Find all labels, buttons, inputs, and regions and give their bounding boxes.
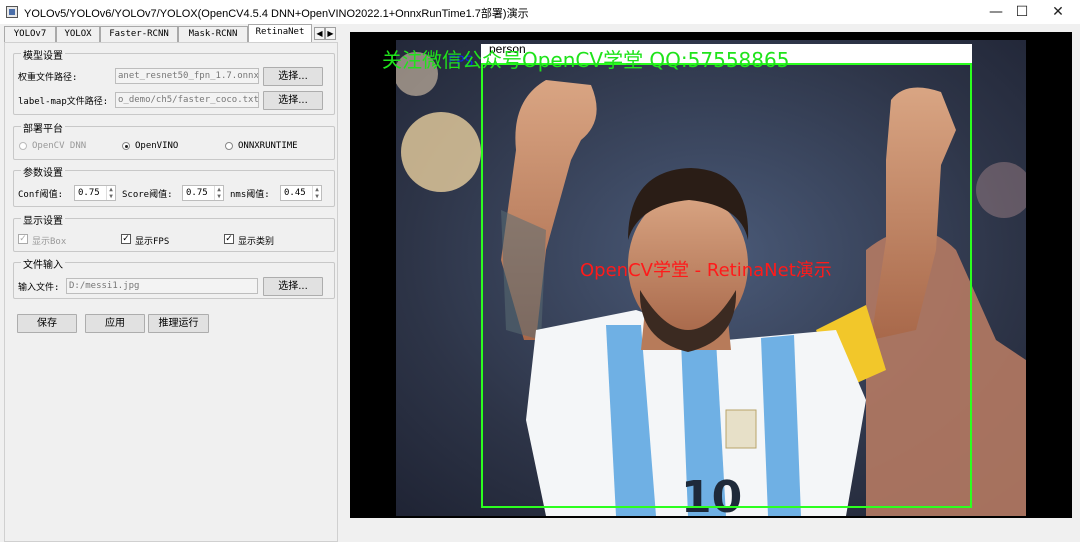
app-icon — [6, 6, 18, 18]
watermark-center: OpenCV学堂 - RetinaNet演示 — [580, 260, 832, 281]
close-button[interactable]: ✕ — [1036, 0, 1080, 24]
conf-threshold-value: 0.75 — [78, 188, 100, 198]
settings-panel: 模型设置 权重文件路径: anet_resnet50_fpn_1.7.onnx … — [4, 42, 338, 542]
app-window: YOLOv5/YOLOv6/YOLOv7/YOLOX(OpenCV4.5.4 D… — [0, 0, 1080, 542]
radio-openvino-label: OpenVINO — [135, 141, 179, 151]
labelmap-path-label: label-map文件路径: — [18, 97, 109, 107]
file-input-group: 文件输入 输入文件: D:/messi1.jpg 选择... — [13, 256, 335, 299]
nms-threshold-spinbox[interactable]: 0.45 ▲ ▼ — [280, 185, 322, 201]
save-button[interactable]: 保存 — [17, 314, 77, 333]
input-browse-button[interactable]: 选择... — [263, 277, 323, 296]
radio-opencv-dnn-label: OpenCV DNN — [32, 141, 87, 151]
nms-threshold-label: nms阈值: — [230, 190, 270, 200]
radio-onnxruntime-label: ONNXRUNTIME — [238, 141, 298, 151]
model-settings-title: 模型设置 — [21, 47, 65, 62]
tab-scroll-left-icon[interactable]: ◀ — [314, 27, 325, 40]
show-box-label: 显示Box — [32, 237, 67, 247]
tab-retinanet[interactable]: RetinaNet — [248, 24, 312, 43]
input-file-field[interactable]: D:/messi1.jpg — [66, 278, 258, 294]
score-threshold-value: 0.75 — [186, 188, 208, 198]
display-settings-title: 显示设置 — [21, 212, 65, 227]
radio-opencv-dnn[interactable] — [19, 142, 27, 150]
tab-mask-rcnn[interactable]: Mask-RCNN — [178, 26, 248, 42]
model-settings-group: 模型设置 权重文件路径: anet_resnet50_fpn_1.7.onnx … — [13, 47, 335, 115]
tab-yolox[interactable]: YOLOX — [56, 26, 100, 42]
nms-threshold-value: 0.45 — [284, 188, 306, 198]
show-fps-checkbox[interactable]: ✓ — [121, 234, 131, 244]
conf-threshold-label: Conf阈值: — [18, 190, 64, 200]
score-threshold-spinbox[interactable]: 0.75 ▲ ▼ — [182, 185, 224, 201]
score-threshold-label: Score阈值: — [122, 190, 173, 200]
weights-browse-button[interactable]: 选择... — [263, 67, 323, 86]
window-title: YOLOv5/YOLOv6/YOLOv7/YOLOX(OpenCV4.5.4 D… — [24, 8, 529, 20]
show-class-label: 显示类别 — [238, 237, 275, 247]
show-box-checkbox[interactable]: ✓ — [18, 234, 28, 244]
deploy-platform-group: 部署平台 OpenCV DNN OpenVINO ONNXRUNTIME — [13, 120, 335, 160]
display-settings-group: 显示设置 ✓ 显示Box ✓ 显示FPS ✓ 显示类别 — [13, 212, 335, 252]
title-bar: YOLOv5/YOLOv6/YOLOv7/YOLOX(OpenCV4.5.4 D… — [0, 0, 1080, 24]
radio-onnxruntime[interactable] — [225, 142, 233, 150]
input-file-label: 输入文件: — [18, 283, 60, 293]
conf-spin-arrows-icon[interactable]: ▲ ▼ — [106, 186, 115, 200]
tab-yolov7[interactable]: YOLOv7 — [4, 26, 56, 42]
param-settings-title: 参数设置 — [21, 164, 65, 179]
weights-path-field[interactable]: anet_resnet50_fpn_1.7.onnx — [115, 68, 259, 84]
file-input-title: 文件输入 — [21, 256, 65, 271]
score-spin-arrows-icon[interactable]: ▲ ▼ — [214, 186, 223, 200]
labelmap-browse-button[interactable]: 选择... — [263, 91, 323, 110]
detection-box — [481, 63, 972, 508]
tab-faster-rcnn[interactable]: Faster-RCNN — [100, 26, 178, 42]
radio-openvino[interactable] — [122, 142, 130, 150]
show-class-checkbox[interactable]: ✓ — [224, 234, 234, 244]
model-tabs: YOLOv7 YOLOX Faster-RCNN Mask-RCNN Retin… — [0, 24, 338, 43]
nms-spin-arrows-icon[interactable]: ▲ ▼ — [312, 186, 321, 200]
show-fps-label: 显示FPS — [135, 237, 170, 247]
deploy-platform-title: 部署平台 — [21, 120, 65, 135]
apply-button[interactable]: 应用 — [85, 314, 145, 333]
run-inference-button[interactable]: 推理运行 — [148, 314, 209, 333]
conf-threshold-spinbox[interactable]: 0.75 ▲ ▼ — [74, 185, 116, 201]
watermark-top: 关注微信公众号OpenCV学堂 QQ:57558865 — [382, 48, 790, 72]
weights-path-label: 权重文件路径: — [18, 73, 78, 83]
labelmap-path-field[interactable]: o_demo/ch5/faster_coco.txt — [115, 92, 259, 108]
param-settings-group: 参数设置 Conf阈值: 0.75 ▲ ▼ Score阈值: 0.75 ▲ ▼ nm… — [13, 164, 335, 207]
tab-scroll-right-icon[interactable]: ▶ — [325, 27, 336, 40]
